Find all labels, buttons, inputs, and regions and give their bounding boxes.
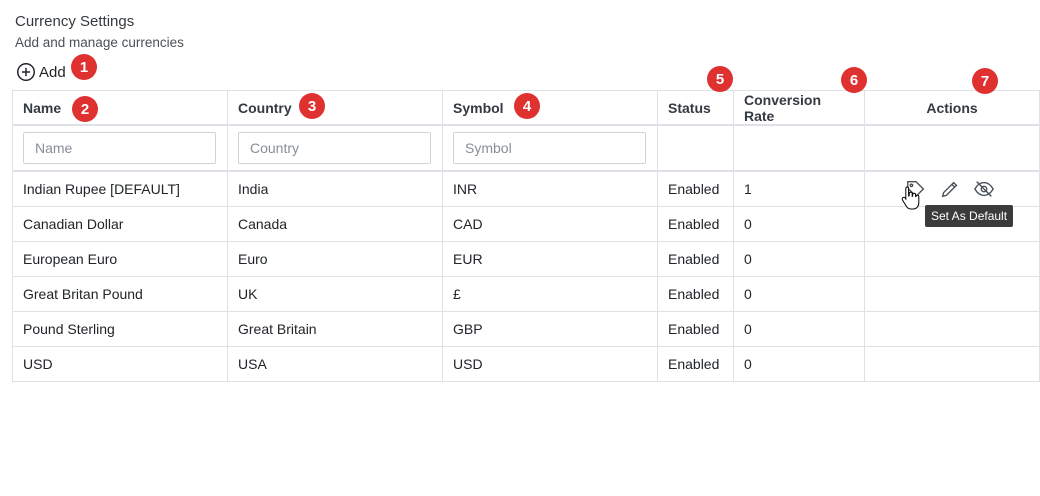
- actions-filter-cell: [864, 124, 1040, 172]
- currency-table: Name Country Symbol Status Conversion Ra…: [12, 90, 1040, 382]
- column-header-country[interactable]: Country: [227, 90, 443, 126]
- column-header-actions: Actions: [864, 90, 1040, 126]
- eye-off-icon[interactable]: [973, 178, 995, 200]
- table-row[interactable]: Canadian Dollar Canada CAD Enabled 0: [12, 206, 1040, 242]
- cell-symbol: EUR: [442, 241, 658, 277]
- cell-status: Enabled: [657, 276, 734, 312]
- cell-country: Great Britain: [227, 311, 443, 347]
- table-row[interactable]: Indian Rupee [DEFAULT] India INR Enabled…: [12, 170, 1040, 207]
- cell-symbol: £: [442, 276, 658, 312]
- cell-actions: [864, 170, 1040, 207]
- add-label: Add: [39, 63, 66, 81]
- cell-rate: 0: [733, 206, 865, 242]
- cell-rate: 1: [733, 170, 865, 207]
- cell-name: Canadian Dollar: [12, 206, 228, 242]
- cell-status: Enabled: [657, 206, 734, 242]
- column-header-status[interactable]: Status: [657, 90, 734, 126]
- symbol-filter-input[interactable]: [453, 132, 646, 164]
- cell-status: Enabled: [657, 241, 734, 277]
- cell-country: Euro: [227, 241, 443, 277]
- cell-symbol: CAD: [442, 206, 658, 242]
- annotation-badge-3: 3: [299, 93, 325, 119]
- add-currency-button[interactable]: Add: [15, 61, 66, 83]
- table-row[interactable]: European Euro Euro EUR Enabled 0: [12, 241, 1040, 277]
- column-header-name[interactable]: Name: [12, 90, 228, 126]
- hand-cursor-icon: [901, 186, 920, 210]
- annotation-badge-7: 7: [972, 68, 998, 94]
- page-subtitle: Add and manage currencies: [15, 35, 184, 50]
- name-filter-input[interactable]: [23, 132, 216, 164]
- table-row[interactable]: USD USA USD Enabled 0: [12, 346, 1040, 382]
- cell-country: USA: [227, 346, 443, 382]
- cell-name: USD: [12, 346, 228, 382]
- annotation-badge-4: 4: [514, 93, 540, 119]
- table-row[interactable]: Great Britan Pound UK £ Enabled 0: [12, 276, 1040, 312]
- cell-actions: [864, 276, 1040, 312]
- filter-row: [12, 124, 1040, 172]
- cell-actions: [864, 311, 1040, 347]
- cell-rate: 0: [733, 276, 865, 312]
- status-filter-cell: [657, 124, 734, 172]
- cell-country: Canada: [227, 206, 443, 242]
- cell-status: Enabled: [657, 311, 734, 347]
- cell-status: Enabled: [657, 170, 734, 207]
- cell-rate: 0: [733, 311, 865, 347]
- annotation-badge-2: 2: [72, 96, 98, 122]
- cell-country: UK: [227, 276, 443, 312]
- table-row[interactable]: Pound Sterling Great Britain GBP Enabled…: [12, 311, 1040, 347]
- cell-actions: [864, 241, 1040, 277]
- rate-filter-cell: [733, 124, 865, 172]
- column-header-conversion-rate[interactable]: Conversion Rate: [733, 90, 865, 126]
- cell-actions: [864, 346, 1040, 382]
- cell-symbol: USD: [442, 346, 658, 382]
- cell-name: European Euro: [12, 241, 228, 277]
- page-title: Currency Settings: [15, 13, 135, 30]
- cell-name: Great Britan Pound: [12, 276, 228, 312]
- cell-country: India: [227, 170, 443, 207]
- cell-symbol: INR: [442, 170, 658, 207]
- annotation-badge-5: 5: [707, 66, 733, 92]
- annotation-badge-1: 1: [71, 54, 97, 80]
- plus-circle-icon: [17, 63, 35, 81]
- country-filter-input[interactable]: [238, 132, 431, 164]
- annotation-badge-6: 6: [841, 67, 867, 93]
- cell-status: Enabled: [657, 346, 734, 382]
- cell-symbol: GBP: [442, 311, 658, 347]
- cell-name: Indian Rupee [DEFAULT]: [12, 170, 228, 207]
- column-header-symbol[interactable]: Symbol: [442, 90, 658, 126]
- pencil-icon[interactable]: [939, 178, 961, 200]
- set-as-default-tooltip: Set As Default: [925, 205, 1014, 227]
- cell-rate: 0: [733, 346, 865, 382]
- cell-rate: 0: [733, 241, 865, 277]
- cell-name: Pound Sterling: [12, 311, 228, 347]
